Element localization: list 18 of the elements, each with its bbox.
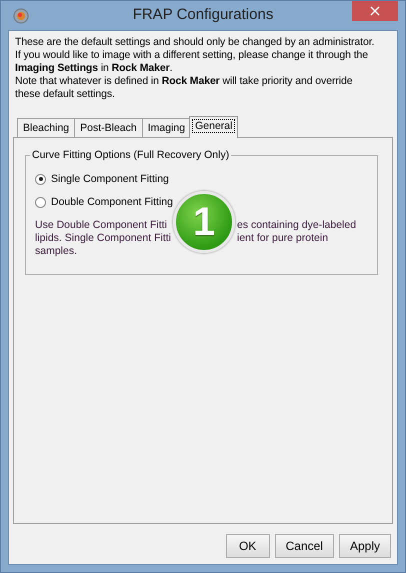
tab[interactable]: General <box>189 116 238 138</box>
dialog-button[interactable]: Cancel <box>274 534 334 558</box>
description-text: samples. <box>35 245 78 258</box>
dialog-button[interactable]: OK <box>226 534 270 558</box>
description-text: ient for pure protein <box>236 232 330 245</box>
description-text: es containing dye-labeled <box>236 219 356 232</box>
notice-text: These are the default settings and should only be changed by an administrator. If you would like to image with a different setting, please change it through the Imaging Settings in Rock Maker. Note that whatever is defined in Rock Maker will take priority and override these default settings. <box>14 36 376 101</box>
group-title: Curve Fitting Options (Full Recovery Only) <box>31 149 230 161</box>
dialog-button[interactable]: Apply <box>338 534 391 558</box>
app-icon <box>13 8 29 24</box>
step-badge: 1 <box>172 191 235 253</box>
description-text: Use Double Component Fitti <box>35 219 168 232</box>
radio-option[interactable]: Single Component Fitting <box>35 173 169 185</box>
close-button[interactable]: × <box>352 1 398 21</box>
tab[interactable]: Bleaching <box>17 118 76 137</box>
radio-option[interactable]: Double Component Fitting <box>35 196 173 208</box>
description-text: lipids. Single Component Fitti <box>35 232 171 245</box>
window-title: FRAP Configurations <box>132 6 274 23</box>
